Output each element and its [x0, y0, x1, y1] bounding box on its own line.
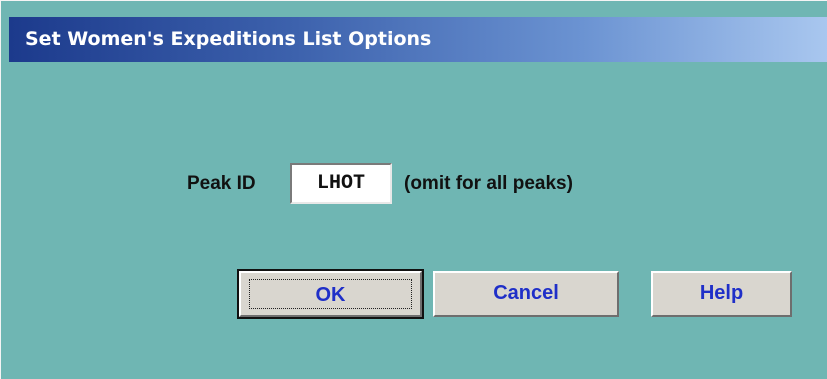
cancel-button[interactable]: Cancel — [433, 271, 619, 317]
peak-id-label: Peak ID — [187, 173, 256, 194]
ok-button[interactable]: OK — [237, 269, 424, 319]
dialog-client-area: Peak ID (omit for all peaks) OK Cancel H… — [9, 62, 827, 374]
help-button[interactable]: Help — [651, 271, 792, 317]
peak-id-input[interactable] — [290, 163, 392, 204]
dialog-titlebar[interactable]: Set Women's Expeditions List Options — [9, 17, 827, 62]
options-dialog: Set Women's Expeditions List Options Pea… — [0, 0, 827, 379]
ok-button-label: OK — [249, 279, 412, 309]
peak-id-hint: (omit for all peaks) — [404, 173, 573, 194]
dialog-title: Set Women's Expeditions List Options — [25, 28, 432, 50]
